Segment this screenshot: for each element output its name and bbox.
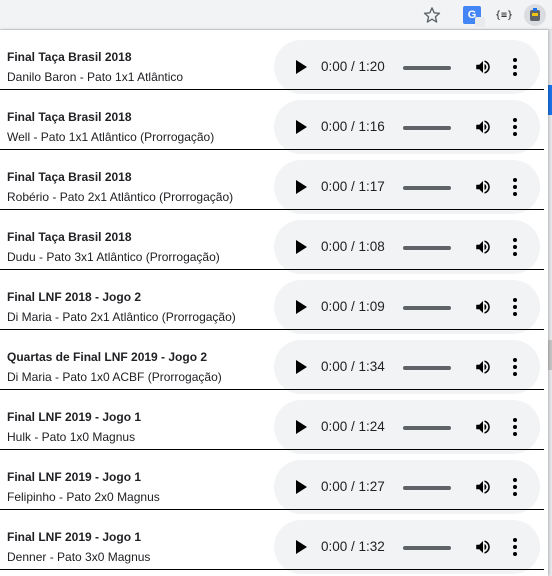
audio-player[interactable]: 0:00 / 1:17: [274, 160, 540, 214]
page-edge-accent: [548, 340, 552, 370]
seek-slider[interactable]: [403, 306, 451, 310]
play-icon[interactable]: [296, 180, 307, 194]
play-icon[interactable]: [296, 360, 307, 374]
clip-description: Well - Pato 1x1 Atlântico (Prorrogação): [7, 130, 215, 144]
seek-slider[interactable]: [403, 426, 451, 430]
audio-list-item: Final Taça Brasil 2018 Well - Pato 1x1 A…: [0, 90, 548, 154]
json-extension-button[interactable]: {≡}: [492, 3, 516, 27]
more-options-icon[interactable]: [507, 477, 523, 497]
play-icon[interactable]: [296, 60, 307, 74]
audio-list-item: Final LNF 2019 - Jogo 1 Hulk - Pato 1x0 …: [0, 390, 548, 454]
seek-slider[interactable]: [403, 126, 451, 130]
seek-slider[interactable]: [403, 66, 451, 70]
translate-icon: G: [463, 6, 485, 27]
audio-list-item: Final Taça Brasil 2018 Dudu - Pato 3x1 A…: [0, 210, 548, 274]
clip-title: Quartas de Final LNF 2019 - Jogo 2: [7, 350, 208, 364]
clip-title: Final Taça Brasil 2018: [7, 230, 132, 244]
more-options-icon[interactable]: [507, 237, 523, 257]
audio-list-item: Final LNF 2018 - Jogo 2 Di Maria - Pato …: [0, 270, 548, 334]
clip-description: Robério - Pato 2x1 Atlântico (Prorrogaçã…: [7, 190, 234, 204]
playback-time: 0:00 / 1:27: [321, 479, 385, 494]
audio-player[interactable]: 0:00 / 1:08: [274, 220, 540, 274]
more-options-icon[interactable]: [507, 417, 523, 437]
play-icon[interactable]: [296, 300, 307, 314]
seek-slider[interactable]: [403, 246, 451, 250]
star-icon: [423, 7, 441, 23]
json-viewer-icon: {≡}: [494, 9, 514, 21]
audio-player[interactable]: 0:00 / 1:20: [274, 40, 540, 94]
volume-icon[interactable]: [474, 357, 492, 377]
audio-extension-button[interactable]: [523, 3, 547, 27]
seek-slider[interactable]: [403, 366, 451, 370]
seek-slider[interactable]: [403, 546, 451, 550]
playback-time: 0:00 / 1:16: [321, 119, 385, 134]
more-options-icon[interactable]: [507, 57, 523, 77]
seek-slider[interactable]: [403, 186, 451, 190]
translate-extension-button[interactable]: G: [460, 3, 485, 27]
more-options-icon[interactable]: [507, 117, 523, 137]
page-edge-accent: [548, 85, 552, 115]
bookmark-star-icon[interactable]: [420, 3, 444, 27]
volume-icon[interactable]: [474, 417, 492, 437]
audio-list-item: Final Taça Brasil 2018 Robério - Pato 2x…: [0, 150, 548, 214]
clip-title: Final LNF 2019 - Jogo 1: [7, 530, 142, 544]
more-options-icon[interactable]: [507, 177, 523, 197]
audio-list-item: Quartas de Final LNF 2019 - Jogo 2 Di Ma…: [0, 330, 548, 394]
play-icon[interactable]: [296, 540, 307, 554]
play-icon[interactable]: [296, 120, 307, 134]
volume-icon[interactable]: [474, 537, 492, 557]
clip-title: Final Taça Brasil 2018: [7, 170, 132, 184]
playback-time: 0:00 / 1:24: [321, 419, 385, 434]
audio-player[interactable]: 0:00 / 1:32: [274, 520, 540, 574]
audio-list-item: Final LNF 2019 - Jogo 1 Felipinho - Pato…: [0, 450, 548, 514]
play-icon[interactable]: [296, 480, 307, 494]
volume-icon[interactable]: [474, 297, 492, 317]
clip-description: Dudu - Pato 3x1 Atlântico (Prorrogação): [7, 250, 220, 264]
more-options-icon[interactable]: [507, 357, 523, 377]
playback-time: 0:00 / 1:34: [321, 359, 385, 374]
clip-description: Hulk - Pato 1x0 Magnus: [7, 430, 136, 444]
play-icon[interactable]: [296, 420, 307, 434]
audio-player[interactable]: 0:00 / 1:16: [274, 100, 540, 154]
playback-time: 0:00 / 1:08: [321, 239, 385, 254]
volume-icon[interactable]: [474, 57, 492, 77]
volume-icon[interactable]: [474, 177, 492, 197]
clip-title: Final LNF 2019 - Jogo 1: [7, 410, 142, 424]
clip-title: Final Taça Brasil 2018: [7, 50, 132, 64]
clip-description: Di Maria - Pato 2x1 Atlântico (Prorrogaç…: [7, 310, 236, 324]
audio-player[interactable]: 0:00 / 1:34: [274, 340, 540, 394]
clip-description: Denner - Pato 3x0 Magnus: [7, 550, 151, 564]
volume-icon[interactable]: [474, 477, 492, 497]
clip-description: Felipinho - Pato 2x0 Magnus: [7, 490, 160, 504]
play-icon[interactable]: [296, 240, 307, 254]
extension-popup: Final Taça Brasil 2018 Danilo Baron - Pa…: [0, 30, 548, 576]
seek-slider[interactable]: [403, 486, 451, 490]
browser-toolbar: G {≡}: [0, 0, 552, 30]
clip-title: Final LNF 2018 - Jogo 2: [7, 290, 142, 304]
clip-description: Di Maria - Pato 1x0 ACBF (Prorrogação): [7, 370, 222, 384]
audio-player[interactable]: 0:00 / 1:27: [274, 460, 540, 514]
extension-icon: [524, 4, 546, 26]
more-options-icon[interactable]: [507, 537, 523, 557]
clip-title: Final Taça Brasil 2018: [7, 110, 132, 124]
clip-title: Final LNF 2019 - Jogo 1: [7, 470, 142, 484]
audio-list-item: Final Taça Brasil 2018 Danilo Baron - Pa…: [0, 30, 548, 94]
item-divider: [0, 569, 544, 570]
audio-list-item: Final LNF 2019 - Jogo 1 Denner - Pato 3x…: [0, 510, 548, 574]
playback-time: 0:00 / 1:09: [321, 299, 385, 314]
playback-time: 0:00 / 1:32: [321, 539, 385, 554]
audio-player[interactable]: 0:00 / 1:24: [274, 400, 540, 454]
volume-icon[interactable]: [474, 237, 492, 257]
playback-time: 0:00 / 1:17: [321, 179, 385, 194]
clip-description: Danilo Baron - Pato 1x1 Atlântico: [7, 70, 184, 84]
audio-player[interactable]: 0:00 / 1:09: [274, 280, 540, 334]
volume-icon[interactable]: [474, 117, 492, 137]
playback-time: 0:00 / 1:20: [321, 59, 385, 74]
more-options-icon[interactable]: [507, 297, 523, 317]
